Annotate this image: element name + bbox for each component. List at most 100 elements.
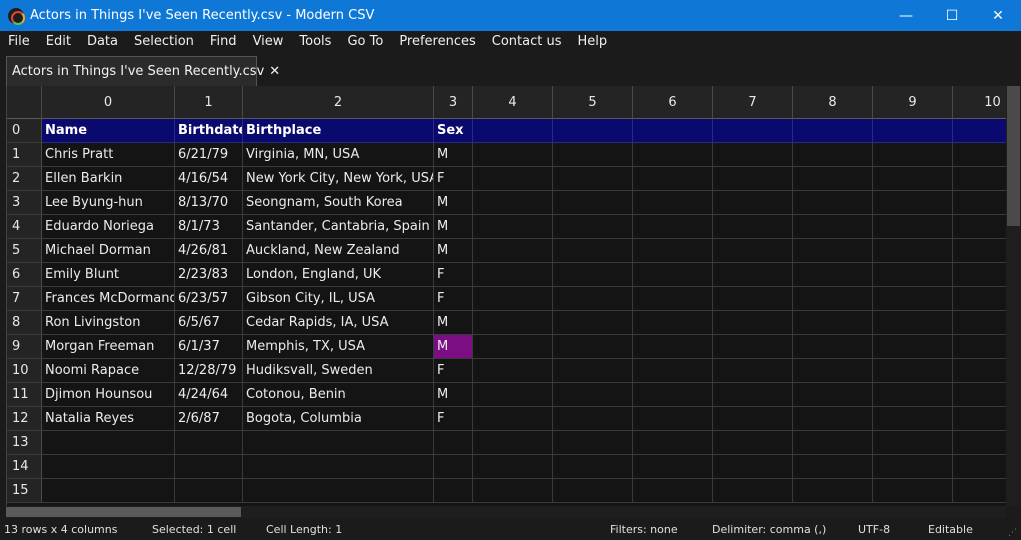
cell-r1-c2[interactable]: Virginia, MN, USA [243,143,434,167]
cell-r5-c10[interactable] [953,239,1006,263]
cell-r15-c1[interactable] [175,479,243,503]
column-header-2[interactable]: 2 [243,86,434,119]
cell-r3-c2[interactable]: Seongnam, South Korea [243,191,434,215]
cell-r2-c1[interactable]: 4/16/54 [175,167,243,191]
cell-r10-c5[interactable] [553,359,633,383]
cell-r14-c2[interactable] [243,455,434,479]
cell-r12-c1[interactable]: 2/6/87 [175,407,243,431]
cell-r6-c2[interactable]: London, England, UK [243,263,434,287]
cell-r2-c7[interactable] [713,167,793,191]
cell-r4-c10[interactable] [953,215,1006,239]
row-header-8[interactable]: 8 [7,311,42,335]
cell-r10-c8[interactable] [793,359,873,383]
cell-r2-c9[interactable] [873,167,953,191]
cell-r1-c6[interactable] [633,143,713,167]
cell-r0-c2[interactable]: Birthplace [243,119,434,143]
row-header-2[interactable]: 2 [7,167,42,191]
cell-r3-c10[interactable] [953,191,1006,215]
cell-r11-c8[interactable] [793,383,873,407]
cell-r5-c8[interactable] [793,239,873,263]
cell-r10-c7[interactable] [713,359,793,383]
cell-r7-c0[interactable]: Frances McDormand [42,287,175,311]
cell-r5-c0[interactable]: Michael Dorman [42,239,175,263]
cell-r6-c3[interactable]: F [434,263,473,287]
resize-grip-icon[interactable]: ⋰ [1008,528,1018,538]
vertical-scroll-thumb[interactable] [1007,86,1020,226]
cell-r6-c4[interactable] [473,263,553,287]
cell-r14-c8[interactable] [793,455,873,479]
cell-r14-c0[interactable] [42,455,175,479]
row-header-11[interactable]: 11 [7,383,42,407]
menu-selection[interactable]: Selection [126,31,202,53]
maximize-button[interactable]: ☐ [929,0,975,31]
cell-r0-c1[interactable]: Birthdate [175,119,243,143]
cell-r15-c10[interactable] [953,479,1006,503]
cell-r4-c5[interactable] [553,215,633,239]
cell-r5-c7[interactable] [713,239,793,263]
cell-r2-c8[interactable] [793,167,873,191]
tab-close-icon[interactable]: ✕ [269,64,280,79]
cell-r6-c0[interactable]: Emily Blunt [42,263,175,287]
column-header-4[interactable]: 4 [473,86,553,119]
cell-r3-c7[interactable] [713,191,793,215]
vertical-scrollbar[interactable] [1006,86,1021,506]
cell-r13-c10[interactable] [953,431,1006,455]
cell-r7-c5[interactable] [553,287,633,311]
cell-r1-c5[interactable] [553,143,633,167]
cell-r11-c7[interactable] [713,383,793,407]
cell-r5-c3[interactable]: M [434,239,473,263]
cell-r12-c7[interactable] [713,407,793,431]
cell-r6-c1[interactable]: 2/23/83 [175,263,243,287]
menu-find[interactable]: Find [202,31,245,53]
cell-r0-c9[interactable] [873,119,953,143]
cell-r5-c4[interactable] [473,239,553,263]
cell-r5-c6[interactable] [633,239,713,263]
cell-r4-c6[interactable] [633,215,713,239]
cell-r8-c8[interactable] [793,311,873,335]
cell-r1-c3[interactable]: M [434,143,473,167]
cell-r11-c3[interactable]: M [434,383,473,407]
column-header-6[interactable]: 6 [633,86,713,119]
cell-r9-c10[interactable] [953,335,1006,359]
close-window-button[interactable]: ✕ [975,0,1021,31]
cell-r0-c6[interactable] [633,119,713,143]
status-delimiter[interactable]: Delimiter: comma (,) [712,523,826,536]
cell-r3-c0[interactable]: Lee Byung-hun [42,191,175,215]
cell-r7-c9[interactable] [873,287,953,311]
cell-r12-c0[interactable]: Natalia Reyes [42,407,175,431]
cell-r8-c7[interactable] [713,311,793,335]
cell-r11-c9[interactable] [873,383,953,407]
cell-r8-c10[interactable] [953,311,1006,335]
cell-r8-c6[interactable] [633,311,713,335]
cell-r4-c9[interactable] [873,215,953,239]
menu-file[interactable]: File [0,31,38,53]
row-header-7[interactable]: 7 [7,287,42,311]
cell-r12-c5[interactable] [553,407,633,431]
cell-r2-c10[interactable] [953,167,1006,191]
cell-r5-c5[interactable] [553,239,633,263]
cell-r5-c1[interactable]: 4/26/81 [175,239,243,263]
column-header-10[interactable]: 10 [953,86,1006,119]
minimize-button[interactable]: — [883,0,929,31]
cell-r7-c8[interactable] [793,287,873,311]
cell-r1-c10[interactable] [953,143,1006,167]
menu-edit[interactable]: Edit [38,31,79,53]
row-header-15[interactable]: 15 [7,479,42,503]
row-header-5[interactable]: 5 [7,239,42,263]
cell-r13-c3[interactable] [434,431,473,455]
column-header-3[interactable]: 3 [434,86,473,119]
cell-r4-c2[interactable]: Santander, Cantabria, Spain [243,215,434,239]
row-header-14[interactable]: 14 [7,455,42,479]
menu-data[interactable]: Data [79,31,126,53]
menu-preferences[interactable]: Preferences [391,31,483,53]
cell-r9-c9[interactable] [873,335,953,359]
cell-r11-c0[interactable]: Djimon Hounsou [42,383,175,407]
cell-r11-c4[interactable] [473,383,553,407]
cell-r7-c10[interactable] [953,287,1006,311]
row-header-6[interactable]: 6 [7,263,42,287]
cell-r0-c0[interactable]: Name [42,119,175,143]
cell-r1-c8[interactable] [793,143,873,167]
cell-r9-c1[interactable]: 6/1/37 [175,335,243,359]
cell-r9-c8[interactable] [793,335,873,359]
cell-r9-c7[interactable] [713,335,793,359]
